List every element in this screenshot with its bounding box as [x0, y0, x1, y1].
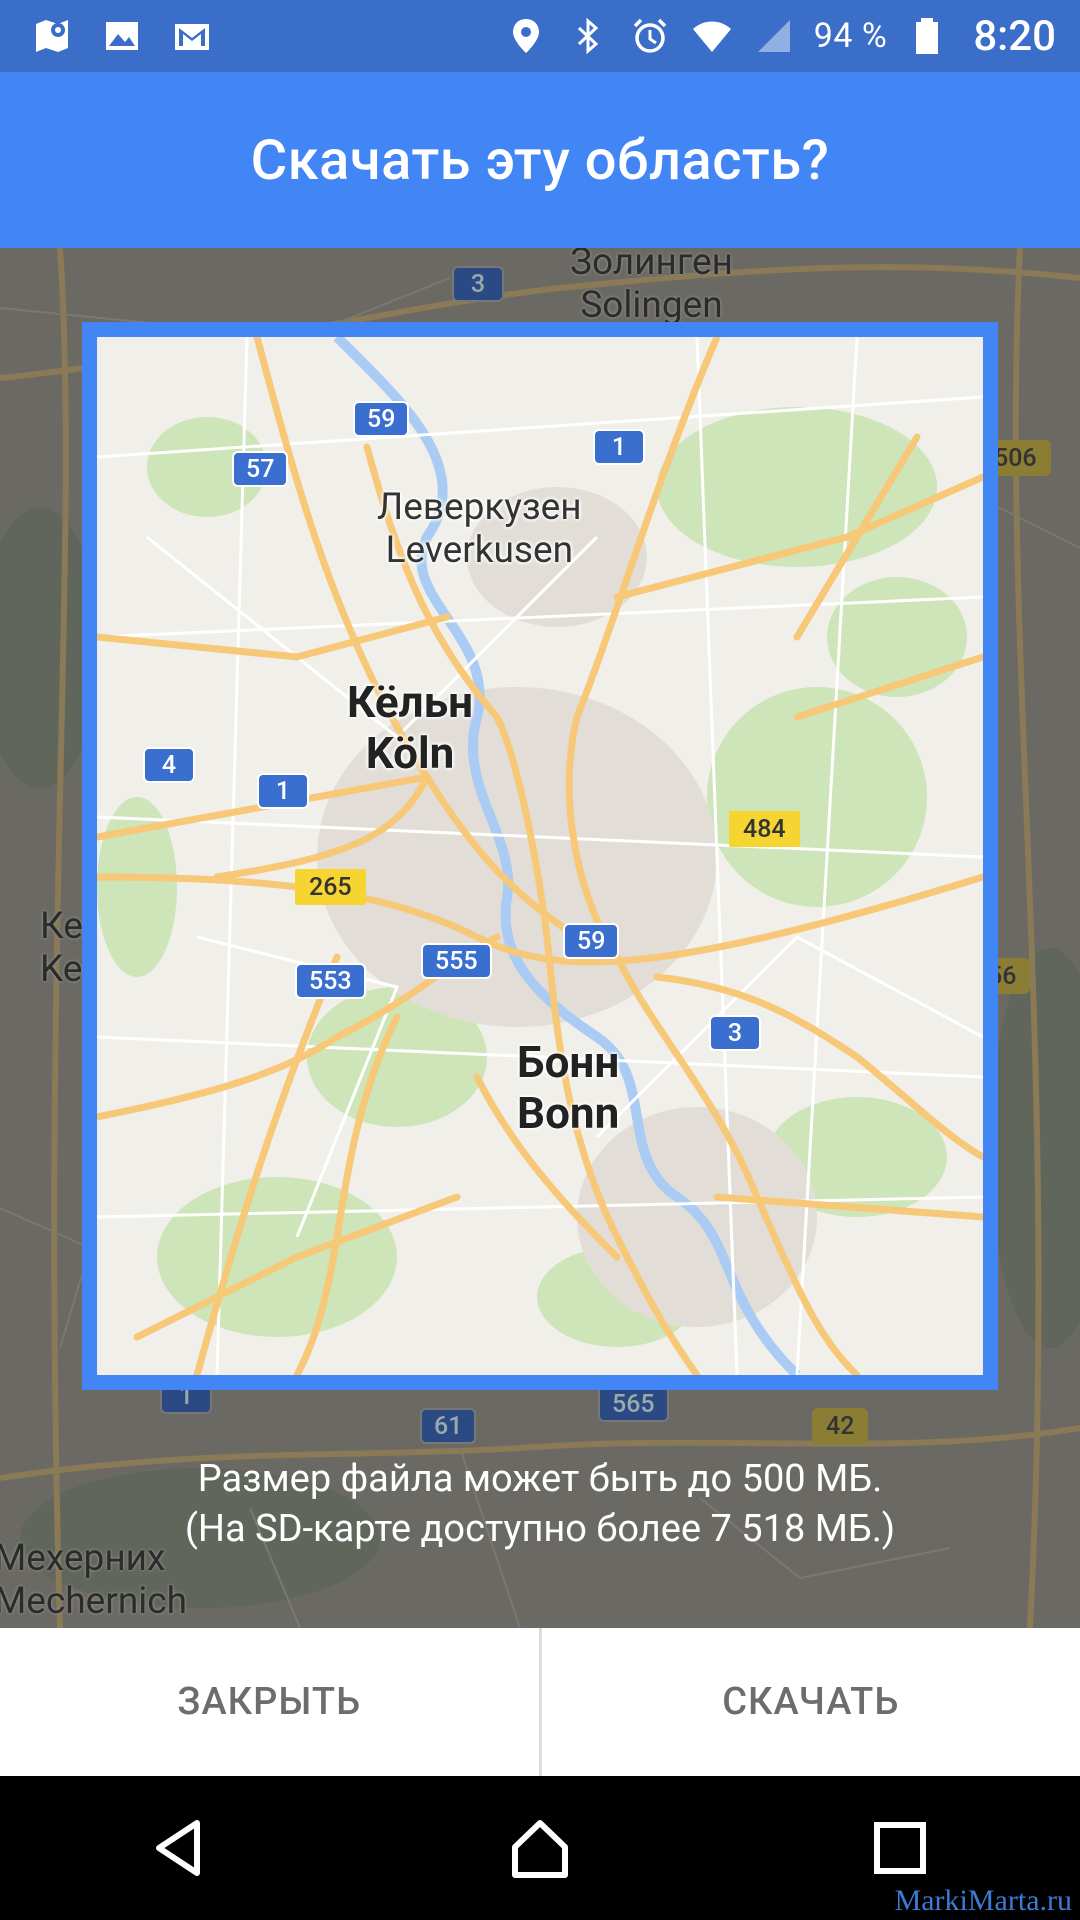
shield-b565: 565: [598, 1386, 669, 1422]
shield-a3-bottom: 3: [709, 1015, 761, 1051]
close-button[interactable]: ЗАКРЫТЬ: [0, 1628, 539, 1776]
shield-a3-top: 3: [452, 266, 504, 302]
location-icon: [504, 14, 548, 58]
battery-icon: [905, 14, 949, 58]
dialog-title: Скачать эту область?: [250, 127, 830, 193]
signal-icon: [752, 14, 796, 58]
file-size-info: Размер файла может быть до 500 МБ. (На S…: [0, 1454, 1080, 1554]
status-bar: 94 % 8:20: [0, 0, 1080, 72]
shield-a59-top: 59: [353, 401, 410, 437]
gallery-icon: [100, 14, 144, 58]
shield-b553: 553: [295, 963, 366, 999]
shield-a57: 57: [232, 451, 289, 487]
watermark: MarkiMarta.ru: [894, 1884, 1072, 1917]
dialog-header: Скачать эту область?: [0, 72, 1080, 248]
bluetooth-icon: [566, 14, 610, 58]
shield-b555: 555: [421, 943, 492, 979]
shield-a1-top: 1: [593, 429, 645, 465]
file-size-line: Размер файла может быть до 500 МБ.: [197, 1457, 883, 1501]
shield-a59-bottom: 59: [563, 923, 620, 959]
shield-a1-mid: 1: [257, 773, 309, 809]
gmail-icon: [170, 14, 214, 58]
download-button[interactable]: СКАЧАТЬ: [542, 1628, 1080, 1776]
shield-a61: 61: [420, 1408, 477, 1444]
label-bonn: Бонн Bonn: [517, 1036, 620, 1139]
home-icon[interactable]: [495, 1803, 585, 1893]
system-icons: 94 % 8:20: [504, 0, 1056, 72]
battery-percent: 94 %: [813, 16, 888, 56]
shield-b265: 265: [295, 869, 366, 905]
label-koln: Кёльн Köln: [347, 676, 474, 779]
shield-b484: 484: [729, 811, 800, 847]
selection-frame[interactable]: 59 1 57 Леверкузен Leverkusen Кёльн Köln 4…: [82, 322, 998, 1390]
clock: 8:20: [973, 11, 1056, 61]
wifi-icon: [690, 14, 734, 58]
shield-b42: 42: [812, 1408, 869, 1444]
notification-icons: [30, 0, 214, 72]
recents-icon[interactable]: [855, 1803, 945, 1893]
map-view[interactable]: ЗолингенSolingen 3 КерпенKerpen Мехерних…: [0, 248, 1080, 1628]
label-leverkusen: Леверкузен Leverkusen: [377, 486, 582, 572]
sd-card-line: (На SD-карте доступно более 7 518 МБ.): [184, 1507, 896, 1551]
alarm-icon: [628, 14, 672, 58]
shield-a4: 4: [143, 747, 195, 783]
label-solingen: Золинген Solingen: [570, 248, 733, 327]
maps-icon: [30, 14, 74, 58]
dialog-actions: ЗАКРЫТЬ СКАЧАТЬ: [0, 1628, 1080, 1776]
back-icon[interactable]: [135, 1803, 225, 1893]
